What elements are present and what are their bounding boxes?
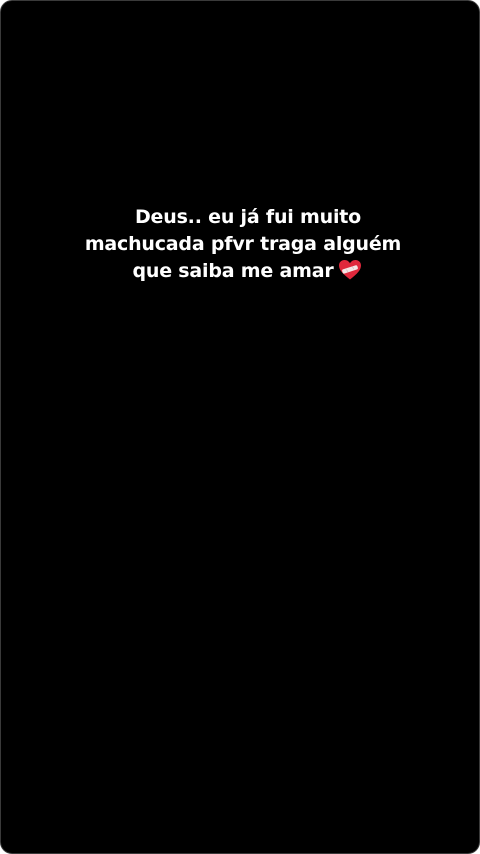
caption-line-1: Deus.. eu já fui muito <box>134 206 361 228</box>
story-caption: Deus.. eu já fui muito machucada pfvr tr… <box>1 204 479 285</box>
mending-heart-icon <box>338 259 362 281</box>
caption-line-2: machucada pfvr traga alguém <box>84 233 402 255</box>
caption-line-3-text: que saiba me amar <box>132 260 334 282</box>
caption-line-3: que saiba me amar <box>1 258 479 285</box>
story-screen: Deus.. eu já fui muito machucada pfvr tr… <box>0 0 480 854</box>
